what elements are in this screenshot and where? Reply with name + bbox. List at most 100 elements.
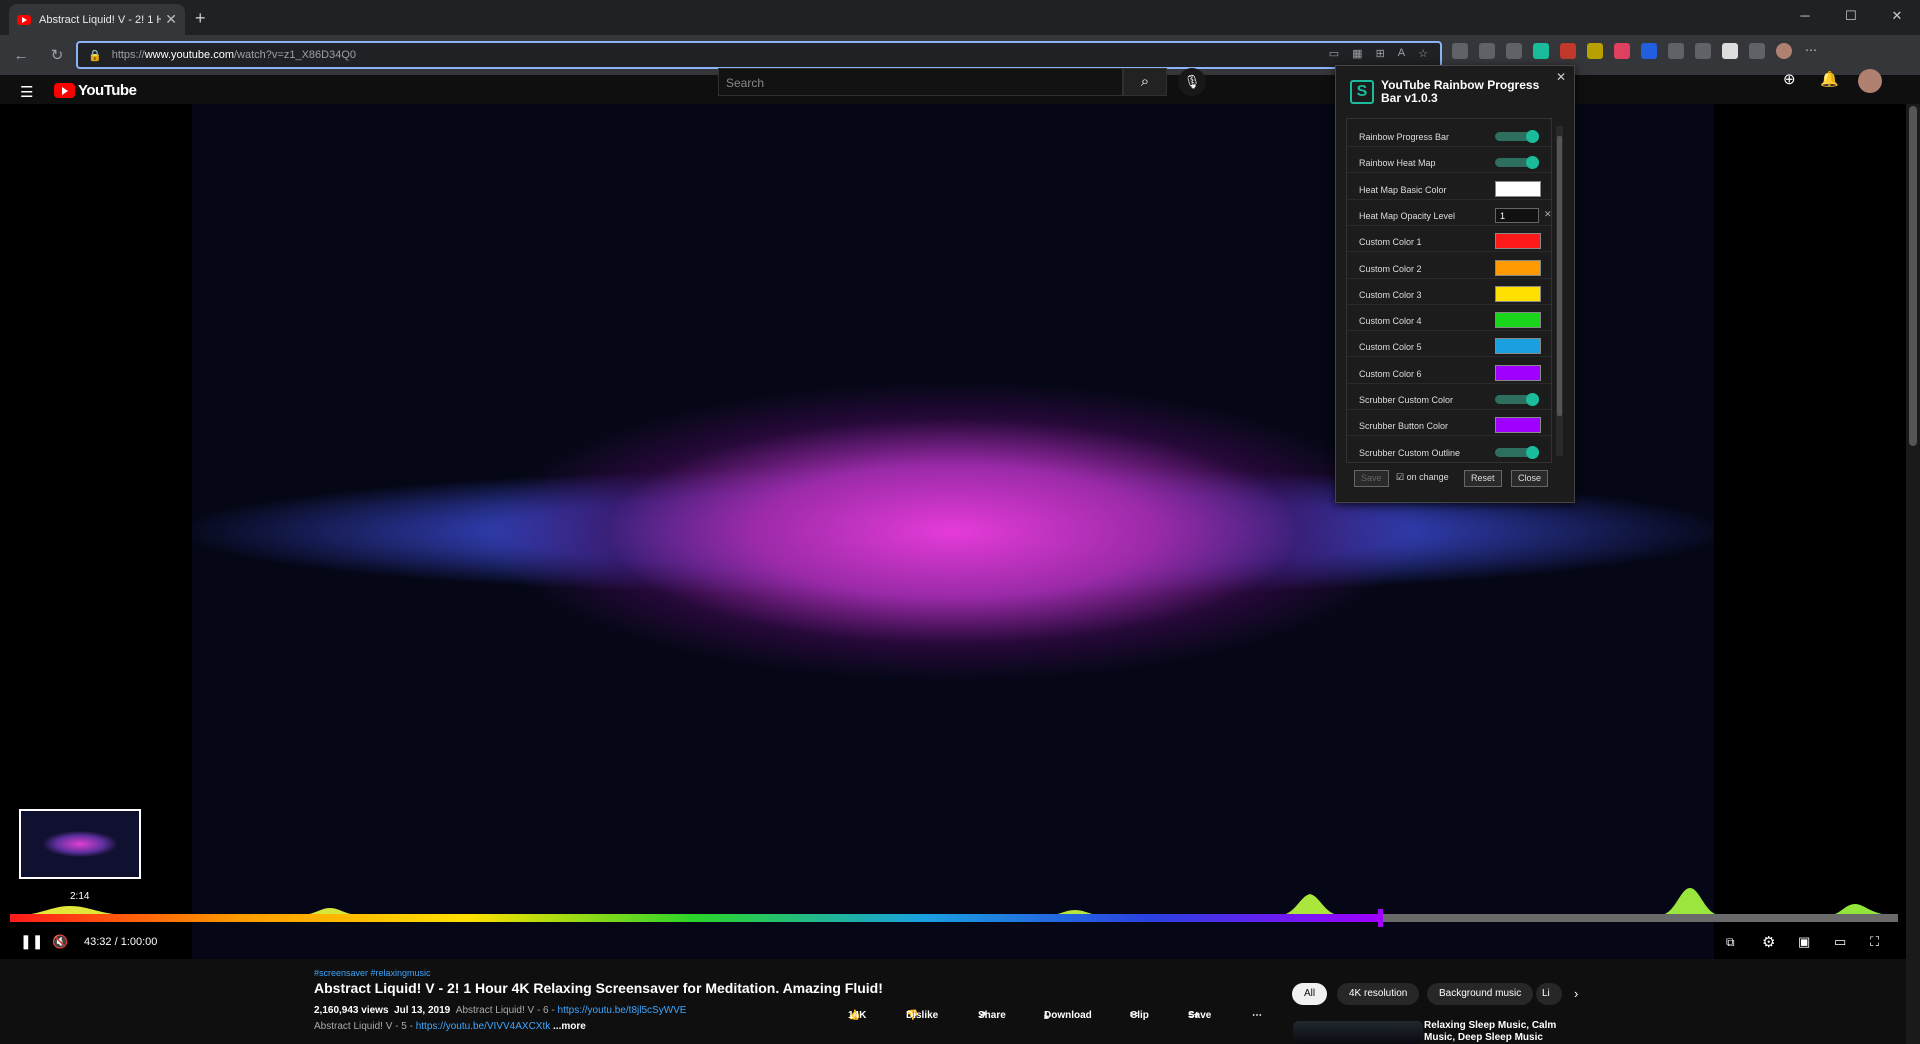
extension-icon[interactable] <box>1722 43 1738 59</box>
color-swatch[interactable] <box>1495 417 1541 434</box>
app-available-icon[interactable]: ▭ <box>1329 47 1339 60</box>
scrollbar-thumb[interactable] <box>1557 136 1562 416</box>
mute-icon[interactable]: 🔇 <box>52 934 68 950</box>
search-icon: ⌕ <box>1140 73 1150 90</box>
description-line2: Abstract Liquid! V - 5 - https://youtu.b… <box>314 1021 586 1032</box>
extension-icon[interactable] <box>1641 43 1657 59</box>
apps-icon[interactable]: ⊞ <box>1376 47 1385 60</box>
tab-close-icon[interactable]: ✕ <box>165 11 177 28</box>
extension-icon[interactable] <box>1695 43 1711 59</box>
qr-code-icon[interactable]: ▦ <box>1352 47 1362 60</box>
color-swatch[interactable] <box>1495 364 1541 381</box>
extension-icon[interactable] <box>1587 43 1603 59</box>
extension-icon[interactable] <box>1560 43 1576 59</box>
on-change-checkbox[interactable]: ☑ on change <box>1396 472 1449 483</box>
option-row: Scrubber Button Color <box>1347 414 1551 437</box>
notifications-bell-icon[interactable]: 🔔 <box>1820 70 1839 88</box>
browser-tab[interactable]: Abstract Liquid! V - 2! 1 Hour 4K ✕ <box>9 4 185 35</box>
chip-partial[interactable]: Li <box>1536 983 1562 1005</box>
video-meta[interactable]: 2,160,943 views Jul 13, 2019 Abstract Li… <box>314 1005 686 1016</box>
option-label: Heat Map Basic Color <box>1359 184 1447 195</box>
description-link-1[interactable]: https://youtu.be/t8jl5cSyWVE <box>558 1005 687 1016</box>
extension-icon[interactable] <box>1506 43 1522 59</box>
recommendation-thumbnail[interactable] <box>1293 1021 1423 1044</box>
color-swatch[interactable] <box>1495 259 1541 276</box>
scrubber-handle[interactable] <box>1377 909 1383 927</box>
progress-bar[interactable] <box>10 909 1898 927</box>
youtube-logo[interactable]: YouTube <box>54 82 137 99</box>
url-host: www.youtube.com <box>144 49 234 61</box>
option-toggle[interactable] <box>1495 445 1539 459</box>
browser-menu-icon[interactable]: ⋯ <box>1803 43 1819 59</box>
minimize-button[interactable]: ─ <box>1782 0 1828 32</box>
recommendation-title[interactable]: Relaxing Sleep Music, Calm Music, Deep S… <box>1424 1020 1584 1044</box>
chevron-right-icon[interactable]: › <box>1574 986 1578 1001</box>
color-swatch[interactable] <box>1495 233 1541 250</box>
hashtags[interactable]: #screensaver #relaxingmusic <box>314 968 431 978</box>
create-video-icon[interactable]: ⊕ <box>1783 70 1796 88</box>
youtube-play-icon <box>54 83 75 98</box>
page-scrollbar-thumb[interactable] <box>1909 106 1917 446</box>
favorite-icon[interactable]: ☆ <box>1418 47 1428 60</box>
new-tab-button[interactable]: + <box>195 8 206 29</box>
theater-mode-icon[interactable]: ▭ <box>1834 934 1846 950</box>
search-button[interactable]: ⌕ <box>1123 68 1167 96</box>
url-path: /watch?v=z1_X86D34Q0 <box>234 49 356 61</box>
pause-icon[interactable]: ❚❚ <box>20 933 43 950</box>
page-scrollbar[interactable] <box>1906 104 1920 1044</box>
voice-search-button[interactable]: 🎙 <box>1178 68 1206 96</box>
option-row: Scrubber Custom Outline <box>1347 441 1551 462</box>
address-bar[interactable]: 🔒 https://www.youtube.com/watch?v=z1_X86… <box>76 41 1442 69</box>
settings-gear-icon[interactable]: ⚙ <box>1762 933 1775 951</box>
clear-icon[interactable]: ✕ <box>1544 209 1551 220</box>
close-window-button[interactable]: ✕ <box>1874 0 1920 32</box>
extension-icon[interactable] <box>1614 43 1630 59</box>
option-row: Custom Color 5 <box>1347 335 1551 358</box>
extension-icon[interactable] <box>1479 43 1495 59</box>
chip-all[interactable]: All <box>1292 983 1328 1005</box>
description-link-2[interactable]: https://youtu.be/VIVV4AXCXtk <box>416 1021 551 1032</box>
color-swatch[interactable] <box>1495 285 1541 302</box>
description-line2-text: Abstract Liquid! V - 5 - <box>314 1021 413 1032</box>
read-aloud-icon[interactable]: A <box>1398 47 1405 60</box>
extensions-puzzle-icon[interactable] <box>1749 43 1765 59</box>
color-swatch[interactable] <box>1495 180 1541 197</box>
fullscreen-icon[interactable]: ⛶ <box>1870 934 1879 950</box>
chip-background-music[interactable]: Background music <box>1427 983 1534 1005</box>
subtitles-icon[interactable]: ⧉ <box>1726 935 1735 950</box>
dislike-label: Dislike <box>906 1010 939 1021</box>
option-toggle[interactable] <box>1495 156 1539 170</box>
option-label: Scrubber Custom Outline <box>1359 447 1461 458</box>
download-label: Download <box>1044 1010 1092 1021</box>
extension-icons: ⋯ <box>1452 43 1819 59</box>
close-button[interactable]: Close <box>1511 470 1549 487</box>
account-avatar[interactable] <box>1858 69 1882 93</box>
option-toggle[interactable] <box>1495 393 1539 406</box>
miniplayer-icon[interactable]: ▣ <box>1798 934 1810 950</box>
lock-icon[interactable]: 🔒 <box>88 49 102 62</box>
more-actions-icon[interactable]: ⋯ <box>1252 1010 1262 1021</box>
chip-4k-resolution[interactable]: 4K resolution <box>1337 983 1420 1005</box>
profile-avatar[interactable] <box>1776 43 1792 59</box>
options-scrollbar[interactable] <box>1556 126 1563 456</box>
reset-button[interactable]: Reset <box>1464 470 1502 487</box>
color-swatch[interactable] <box>1495 312 1541 329</box>
color-swatch[interactable] <box>1495 338 1541 355</box>
video-player[interactable]: 2:14 ❚❚ 🔇 43:32 / 1:00:00 ⧉ ⚙ ▣ ▭ ⛶ <box>0 104 1920 959</box>
maximize-button[interactable]: ☐ <box>1828 0 1874 32</box>
popup-close-icon[interactable]: ✕ <box>1556 70 1566 84</box>
hamburger-menu-icon[interactable]: ☰ <box>20 83 33 101</box>
search-input[interactable]: Search <box>718 68 1123 96</box>
rainbow-progress-extension-icon[interactable] <box>1533 43 1549 59</box>
extension-icon[interactable] <box>1668 43 1684 59</box>
option-toggle[interactable] <box>1495 130 1539 143</box>
opacity-number-input[interactable]: 1 <box>1495 207 1539 223</box>
extension-icon[interactable] <box>1452 43 1468 59</box>
option-label: Custom Color 2 <box>1359 263 1422 274</box>
option-row: Heat Map Opacity Level 1 ✕ <box>1347 204 1551 226</box>
option-row: Scrubber Custom Color <box>1347 388 1551 410</box>
back-icon[interactable]: ← <box>6 47 36 64</box>
more-button[interactable]: ...more <box>553 1021 586 1032</box>
reload-icon[interactable]: ↻ <box>42 46 72 64</box>
save-button[interactable]: Save <box>1354 470 1389 487</box>
